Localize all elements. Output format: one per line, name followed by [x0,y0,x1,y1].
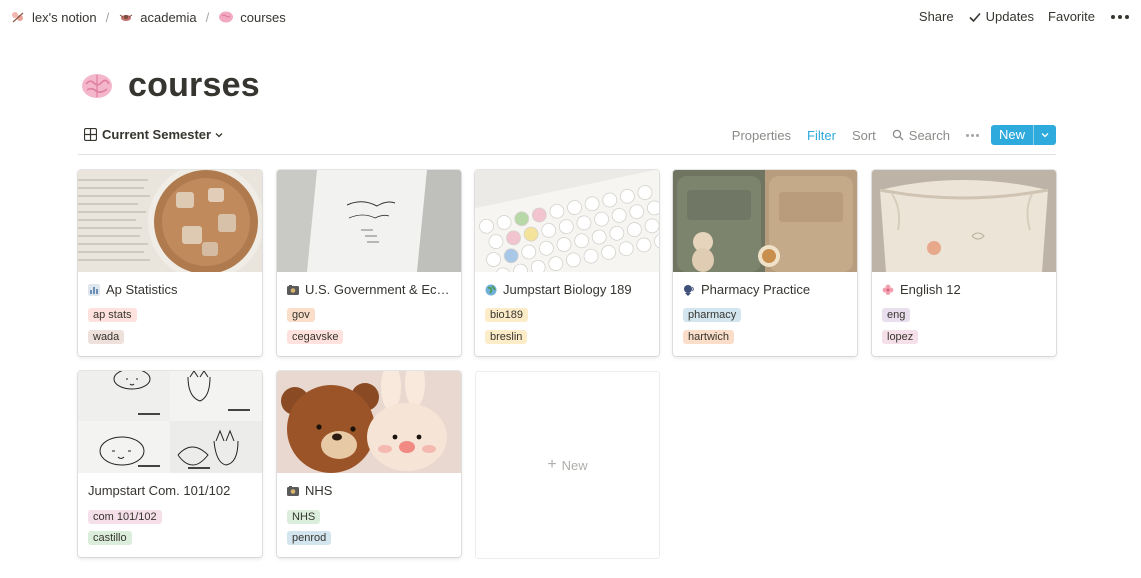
tag: bio189 [485,308,529,322]
card-title: U.S. Government & Eco… [277,282,461,297]
view-actions: Properties Filter Sort Search New [716,125,1056,145]
card-title: Jumpstart Biology 189 [475,282,659,297]
check-icon [969,12,981,22]
gallery-card[interactable]: NHS NHS penrod [277,371,461,557]
breadcrumb: lex's notion / academia / courses [8,9,288,25]
page-header: courses [80,66,260,105]
tag: gov [287,308,315,322]
card-cover-image [872,170,1056,272]
card-cover-image [78,170,262,272]
breadcrumb-item-courses[interactable]: courses [216,9,288,25]
new-dropdown-button[interactable] [1033,125,1056,145]
card-cover-image [475,170,659,272]
chevron-down-icon [1041,133,1049,138]
photo-icon [287,284,299,295]
breadcrumb-label: lex's notion [32,9,97,25]
bug-icon [118,9,134,25]
gallery-card[interactable]: Ap Statistics ap stats wada [78,170,262,356]
sort-button[interactable]: Sort [852,128,876,143]
breadcrumb-item-workspace[interactable]: lex's notion [8,9,99,25]
card-title-text: Ap Statistics [106,282,178,297]
speaking-head-icon [684,284,694,296]
breadcrumb-separator: / [205,9,210,25]
brain-icon[interactable] [80,71,114,101]
filter-button[interactable]: Filter [807,128,836,143]
search-button[interactable]: Search [892,128,950,143]
tag: breslin [485,330,528,344]
search-icon [892,129,904,141]
cherry-blossom-icon [10,9,26,25]
page-title[interactable]: courses [128,66,260,105]
card-cover-image [277,371,461,473]
photo-icon [287,485,299,496]
card-cover-image [78,371,262,473]
card-title: Jumpstart Com. 101/102 [78,483,262,498]
card-title-text: Pharmacy Practice [701,282,811,297]
view-name: Current Semester [102,127,212,142]
card-title-text: English 12 [900,282,961,297]
gallery-card[interactable]: English 12 eng lopez [872,170,1056,356]
new-button[interactable]: New [990,125,1056,145]
view-selector[interactable]: Current Semester [84,127,223,142]
globe-icon [485,284,497,295]
gallery-card[interactable]: U.S. Government & Eco… gov cegavske [277,170,461,356]
tag: castillo [88,531,132,545]
properties-button[interactable]: Properties [732,128,791,143]
updates-button[interactable]: Updates [968,9,1034,24]
add-new-card-button[interactable]: + New [475,371,660,559]
tag: ap stats [88,308,137,322]
breadcrumb-item-academia[interactable]: academia [116,9,198,25]
gallery-card[interactable]: Jumpstart Biology 189 bio189 breslin [475,170,659,356]
gallery-card[interactable]: Jumpstart Com. 101/102 com 101/102 casti… [78,371,262,557]
tag: wada [88,330,125,344]
card-title: English 12 [872,282,1056,297]
tag: com 101/102 [88,510,162,524]
top-actions: Share Updates Favorite [905,9,1129,24]
database-view-bar: Current Semester Properties Filter Sort … [78,122,1056,155]
card-title-text: U.S. Government & Eco… [305,282,451,297]
new-button-label: New [998,127,1025,142]
tag: NHS [287,510,321,524]
updates-label: Updates [985,9,1035,24]
card-title-text: Jumpstart Biology 189 [503,282,632,297]
plus-icon: + [547,456,557,473]
tag: cegavske [287,330,344,344]
card-cover-image [277,170,461,272]
breadcrumb-separator: / [105,9,110,25]
share-button[interactable]: Share [919,9,954,24]
gallery-view-icon [84,128,97,141]
tag: penrod [287,531,332,545]
card-title: NHS [277,483,461,498]
card-title: Pharmacy Practice [673,282,857,297]
tag: pharmacy [683,308,742,322]
brain-icon [218,9,234,25]
card-title-text: NHS [305,483,333,498]
breadcrumb-label: academia [140,9,197,25]
more-options-icon[interactable] [965,133,979,137]
search-label: Search [908,127,950,143]
chevron-down-icon [215,132,223,137]
chart-icon [88,283,100,296]
flower-icon [882,284,894,295]
tag: lopez [882,330,919,344]
tag: eng [882,308,911,322]
top-bar: lex's notion / academia / courses Share … [0,0,1141,34]
card-title: Ap Statistics [78,282,262,297]
gallery-card[interactable]: Pharmacy Practice pharmacy hartwich [673,170,857,356]
card-cover-image [673,170,857,272]
favorite-button[interactable]: Favorite [1048,9,1095,24]
card-title-text: Jumpstart Com. 101/102 [88,483,231,498]
tag: hartwich [683,330,734,344]
new-card-label: New [561,457,588,473]
breadcrumb-label: courses [240,9,286,25]
more-options-icon[interactable] [1111,14,1129,19]
